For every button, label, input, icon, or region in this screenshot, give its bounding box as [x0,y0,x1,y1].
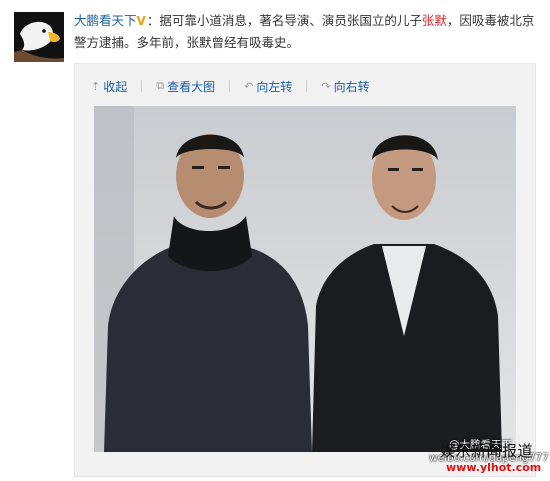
collapse-label: 收起 [103,79,128,94]
divider [306,80,308,92]
post-text: 大鹏看天下V：据可靠小道消息，著名导演、演员张国立的儿子张默，因吸毒被北京警方逮… [74,10,538,53]
divider [229,80,231,92]
verified-badge-icon: V [136,14,146,28]
rotate-right-label: 向右转 [333,79,370,94]
image-toolbar: ⇡ 收起 ⧉ 查看大图 ↶ 向左转 ↷ 向右转 [91,76,370,96]
rotate-right-icon: ↷ [321,79,331,93]
media-box: ⇡ 收起 ⧉ 查看大图 ↶ 向左转 ↷ 向右转 @大鹏看天下 weibo.com… [74,63,549,477]
divider [141,80,143,92]
view-large-label: 查看大图 [167,79,216,94]
external-link-icon: ⧉ [156,79,165,92]
rotate-left-icon: ↶ [244,79,254,93]
arrow-up-icon: ⇡ [91,79,101,93]
avatar-eagle[interactable] [14,12,64,62]
photo-illustration [94,106,516,452]
post-photo[interactable] [94,106,516,452]
view-large-button[interactable]: ⧉ 查看大图 [156,78,215,95]
site-name: 娱乐新闻报道 [440,442,534,460]
collapse-button[interactable]: ⇡ 收起 [91,78,127,95]
post-text-part-1: ：据可靠小道消息，著名导演、演员张国立的儿子 [146,13,422,28]
rotate-left-button[interactable]: ↶ 向左转 [244,78,292,95]
author-link[interactable]: 大鹏看天下 [74,13,137,28]
eagle-icon [14,12,64,62]
rotate-right-button[interactable]: ↷ 向右转 [321,78,369,95]
site-url: www.ylhot.com [446,461,542,474]
highlighted-name[interactable]: 张默 [422,13,447,28]
rotate-left-label: 向左转 [256,79,293,94]
